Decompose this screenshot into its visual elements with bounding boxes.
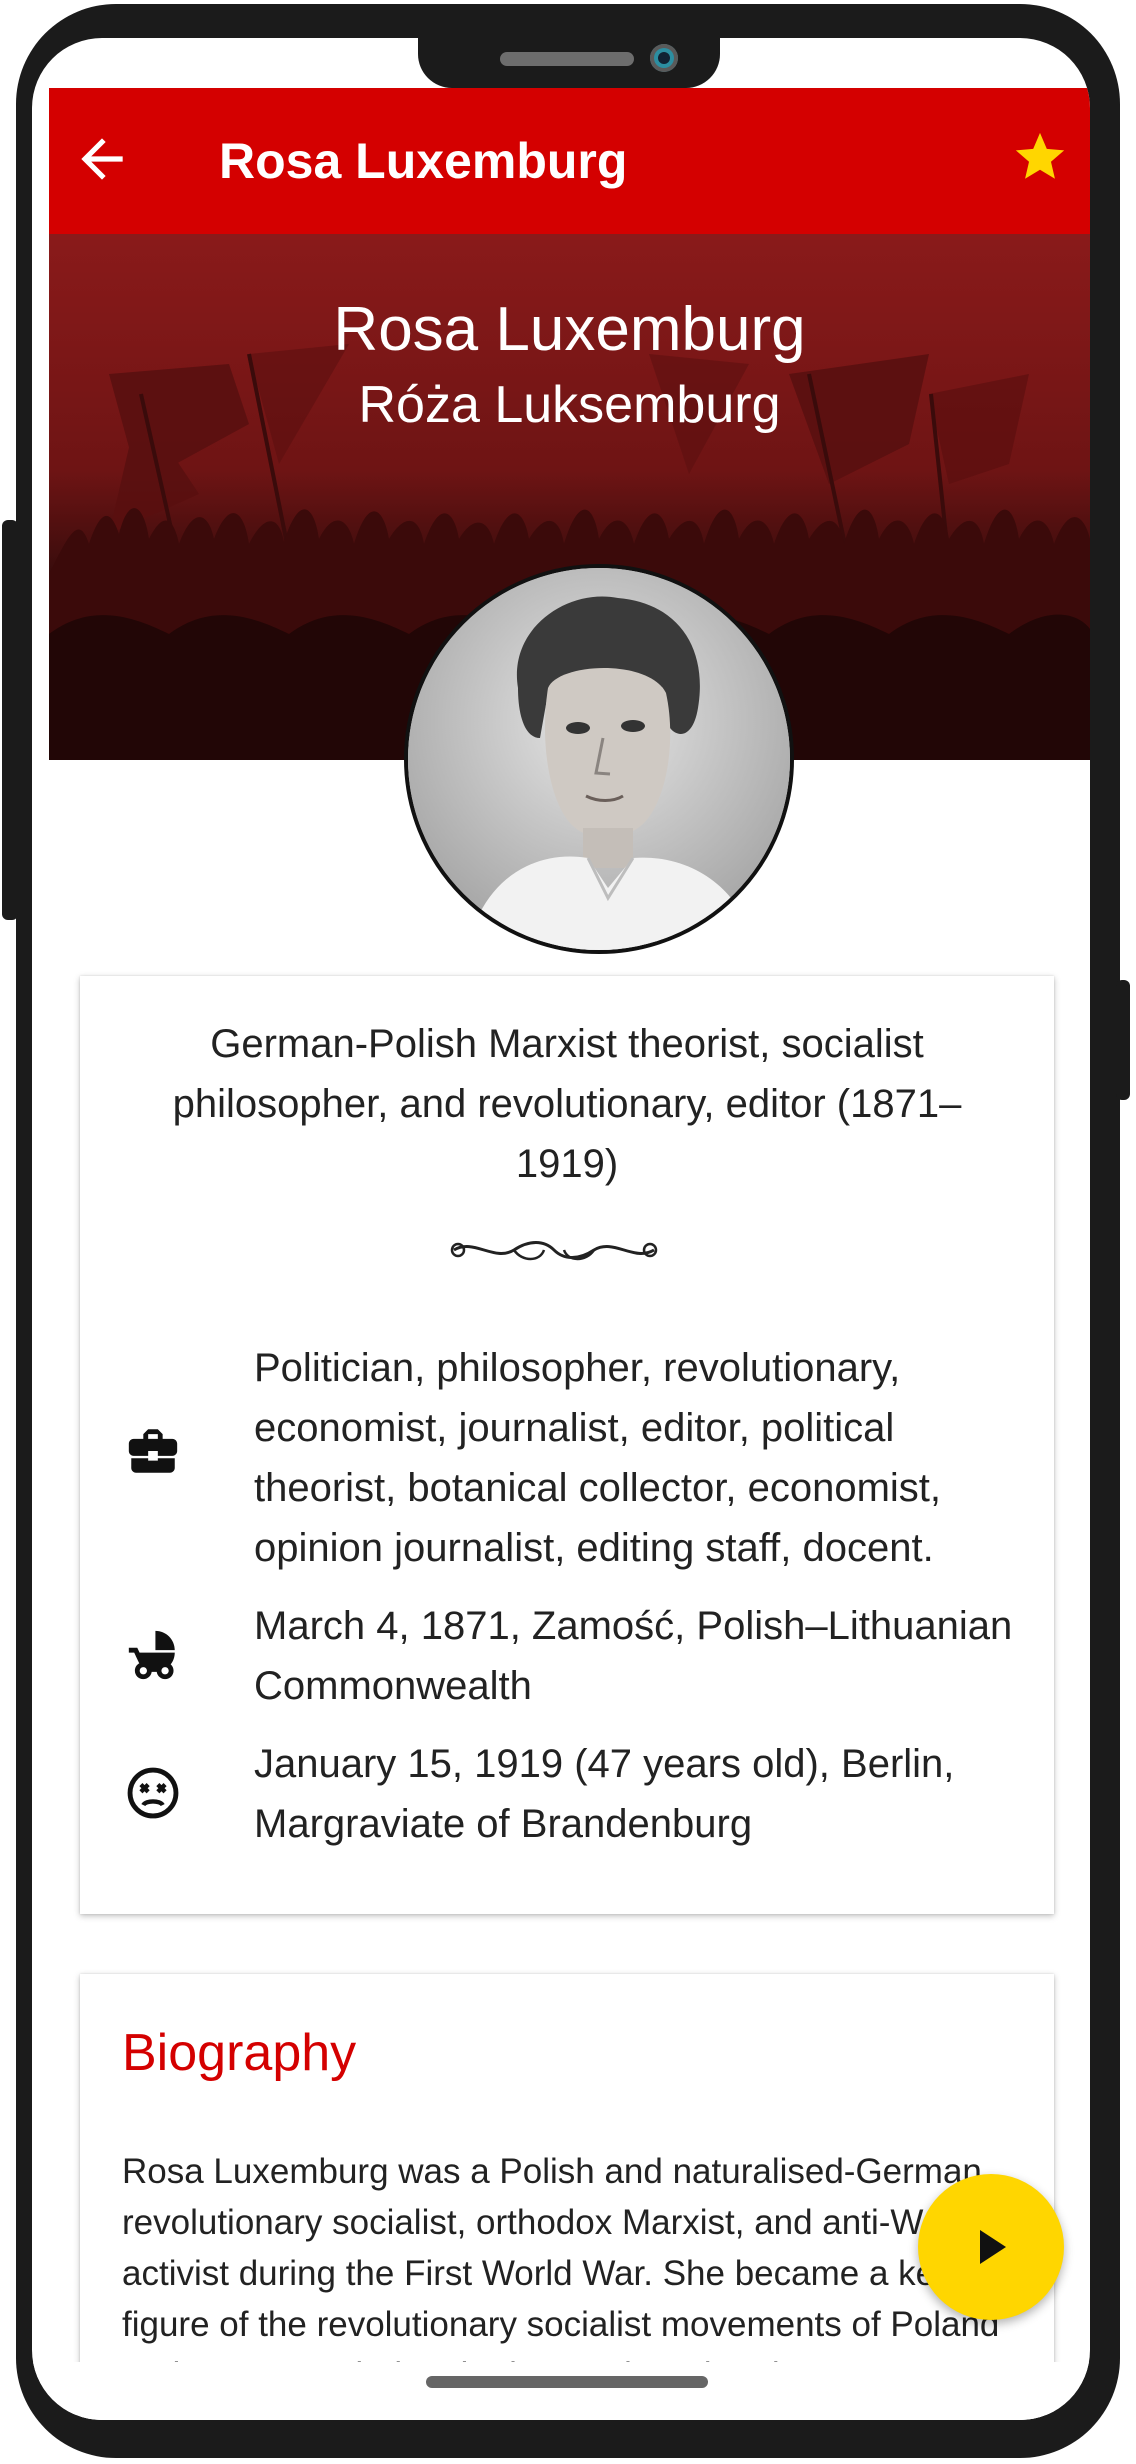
play-icon — [980, 2230, 1006, 2264]
biography-card[interactable]: Biography Rosa Luxemburg was a Polish an… — [80, 1974, 1054, 2420]
app-bar: Rosa Luxemburg — [49, 88, 1090, 234]
info-card: German-Polish Marxist theorist, socialis… — [80, 976, 1054, 1914]
system-nav-bar — [32, 2362, 1090, 2420]
death-text: January 15, 1919 (47 years old), Berlin,… — [254, 1742, 955, 1846]
short-description: German-Polish Marxist theorist, socialis… — [172, 1022, 962, 1186]
birth-text: March 4, 1871, Zamość, Polish–Lithuanian… — [254, 1604, 1013, 1708]
power-button — [1116, 980, 1130, 1100]
home-indicator[interactable] — [426, 2376, 708, 2388]
arrow-back-icon[interactable] — [71, 128, 133, 190]
star-icon[interactable] — [1011, 128, 1069, 186]
native-name: Róża Luksemburg — [358, 376, 781, 434]
play-button[interactable] — [918, 2174, 1064, 2320]
baby-stroller-icon — [128, 1630, 175, 1680]
divider-ornament — [450, 1241, 658, 1261]
occupation-text: Politician, philosopher, revolutionary, … — [254, 1346, 942, 1570]
camera-notch — [418, 38, 720, 88]
dead-face-icon — [127, 1767, 179, 1819]
portrait-photo — [404, 564, 794, 954]
speaker-grill — [500, 52, 634, 66]
biography-title: Biography — [122, 2024, 357, 2082]
app-bar-title: Rosa Luxemburg — [219, 133, 628, 189]
briefcase-icon — [128, 1429, 178, 1473]
screen: Rosa Luxemburg Rosa Luxemburg Róża Lukse… — [32, 38, 1090, 2420]
person-name: Rosa Luxemburg — [333, 295, 806, 364]
volume-button — [2, 520, 18, 920]
front-camera — [650, 44, 678, 72]
